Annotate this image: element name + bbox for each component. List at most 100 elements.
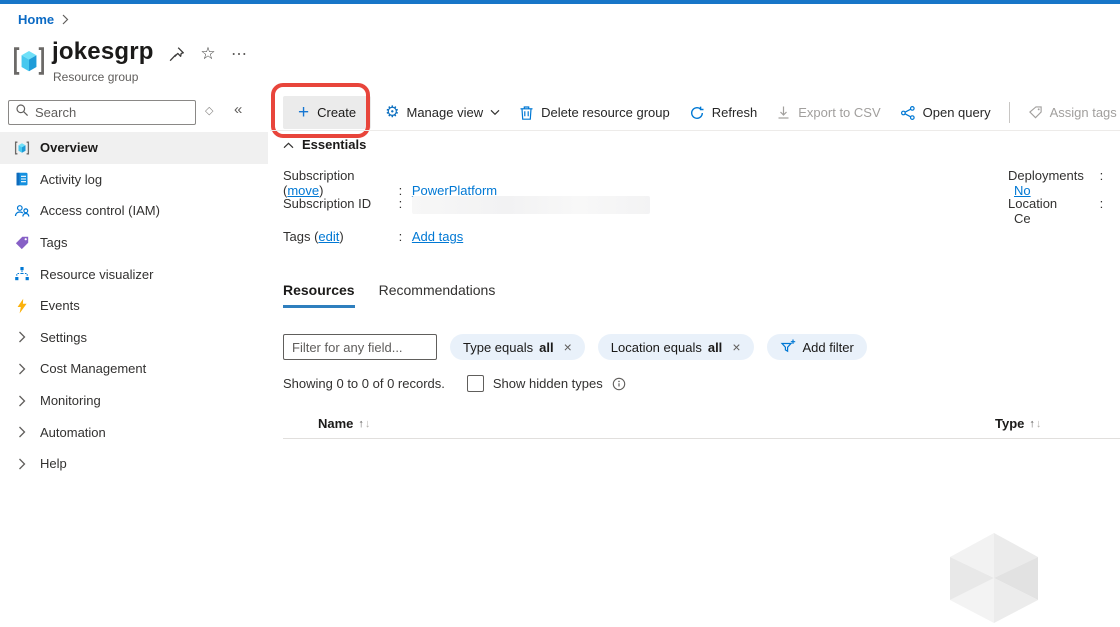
sidebar-item-events[interactable]: Events <box>0 290 268 322</box>
column-header-name[interactable]: Name ↑ ↓ <box>318 416 370 431</box>
essentials-subscription-row: Subscription (move) : PowerPlatform <box>283 168 498 198</box>
manage-view-button[interactable]: ⚙ Manage view <box>380 96 505 129</box>
records-summary: Showing 0 to 0 of 0 records. <box>283 376 445 391</box>
tags-label: Tags ( <box>283 229 319 244</box>
download-icon <box>776 105 791 120</box>
show-hidden-types-checkbox[interactable] <box>466 375 484 392</box>
subscription-id-label: Subscription ID <box>283 196 372 212</box>
empty-state-cube-watermark <box>950 533 1038 623</box>
close-icon[interactable]: × <box>564 339 572 355</box>
people-icon <box>14 203 30 219</box>
gear-icon: ⚙ <box>385 103 400 121</box>
essentials-tags-row: Tags (edit) : Add tags <box>283 229 464 244</box>
sidebar-item-label: Events <box>40 298 80 314</box>
tab-resources[interactable]: Resources <box>283 282 355 308</box>
resize-handle-icon[interactable]: ◇ <box>205 104 213 117</box>
filter-pill-text: Location equals <box>610 339 702 355</box>
manage-view-label: Manage view <box>406 105 484 120</box>
sidebar-item-overview[interactable]: Overview <box>0 132 268 164</box>
top-accent-bar <box>0 0 1120 4</box>
chevron-down-icon <box>490 109 500 116</box>
column-label: Type <box>995 416 1025 431</box>
activity-log-icon <box>14 171 30 187</box>
more-options-icon[interactable]: ⋯ <box>229 44 249 64</box>
filter-pill-text: Type equals <box>463 339 534 355</box>
create-button[interactable]: + Create <box>283 96 372 129</box>
sidebar-search-input[interactable] <box>35 105 175 120</box>
pin-icon[interactable] <box>166 44 186 64</box>
assign-tags-button[interactable]: Assign tags <box>1023 96 1120 129</box>
filter-pill-value: all <box>707 339 723 355</box>
sort-descending-icon: ↓ <box>364 417 371 430</box>
column-header-type[interactable]: Type ↑ ↓ <box>995 416 1041 431</box>
sidebar-item-automation[interactable]: Automation <box>0 416 268 448</box>
open-query-label: Open query <box>922 105 991 120</box>
sort-ascending-icon: ↑ <box>1029 417 1035 430</box>
azure-portal-page: Home jokesgrp Resource group ☆ ⋯ ◇ « <box>0 0 1120 627</box>
trash-icon <box>519 105 534 121</box>
add-filter-icon <box>780 338 797 357</box>
sidebar-search-box[interactable] <box>8 100 196 125</box>
sidebar-item-label: Automation <box>40 424 106 440</box>
sidebar-item-settings[interactable]: Settings <box>0 322 268 354</box>
query-branch-icon <box>900 105 916 121</box>
delete-label: Delete resource group <box>541 105 670 120</box>
breadcrumb: Home <box>18 12 69 27</box>
plus-icon: + <box>298 102 310 123</box>
filter-bar: Type equals all × Location equals all × … <box>283 334 867 360</box>
lightning-icon <box>14 298 30 314</box>
chevron-right-icon <box>14 393 30 409</box>
add-filter-label: Add filter <box>802 339 854 355</box>
add-filter-button[interactable]: Add filter <box>766 334 867 360</box>
breadcrumb-chevron-icon <box>62 14 69 25</box>
sidebar-menu: Overview Activity log Access control (IA… <box>0 132 268 480</box>
show-hidden-types-label: Show hidden types <box>492 376 603 391</box>
collapse-sidebar-icon[interactable]: « <box>234 101 242 118</box>
close-icon[interactable]: × <box>732 339 740 355</box>
chevron-up-icon <box>283 137 294 152</box>
filter-field-input[interactable] <box>283 334 437 360</box>
resource-group-icon <box>14 140 30 156</box>
search-icon <box>15 103 29 122</box>
open-query-button[interactable]: Open query <box>895 96 996 129</box>
sidebar-item-tags[interactable]: Tags <box>0 227 268 259</box>
table-header-divider <box>283 438 1120 439</box>
sort-descending-icon: ↓ <box>1035 417 1042 430</box>
info-icon[interactable] <box>612 377 626 391</box>
essentials-toggle[interactable]: Essentials <box>283 137 366 152</box>
sidebar-item-access-control[interactable]: Access control (IAM) <box>0 195 268 227</box>
favorite-star-icon[interactable]: ☆ <box>198 44 218 64</box>
sidebar-item-label: Monitoring <box>40 393 101 409</box>
chevron-right-icon <box>14 424 30 440</box>
sidebar-item-label: Help <box>40 456 67 472</box>
chevron-right-icon <box>14 456 30 472</box>
delete-resource-group-button[interactable]: Delete resource group <box>514 96 675 129</box>
export-to-csv-button[interactable]: Export to CSV <box>771 96 885 129</box>
sidebar-item-activity-log[interactable]: Activity log <box>0 164 268 196</box>
toolbar-divider-line <box>270 130 1120 131</box>
refresh-button[interactable]: Refresh <box>684 96 763 129</box>
sidebar-item-help[interactable]: Help <box>0 448 268 480</box>
sidebar-item-label: Cost Management <box>40 361 147 377</box>
refresh-label: Refresh <box>711 105 758 120</box>
sidebar-item-label: Activity log <box>40 171 103 187</box>
page-title: jokesgrp <box>52 38 154 65</box>
tag-outline-icon <box>1028 105 1043 120</box>
location-label: Location <box>1008 196 1058 211</box>
tab-recommendations[interactable]: Recommendations <box>379 282 496 308</box>
breadcrumb-home-link[interactable]: Home <box>18 12 54 27</box>
filter-pill-location[interactable]: Location equals all × <box>597 334 754 360</box>
records-summary-row: Showing 0 to 0 of 0 records. Show hidden… <box>283 375 626 392</box>
create-label: Create <box>317 105 357 120</box>
sidebar-item-label: Tags <box>40 235 68 251</box>
sort-ascending-icon: ↑ <box>358 417 364 430</box>
command-bar: + Create ⚙ Manage view Delete resource g… <box>271 83 1120 138</box>
sidebar-item-cost-management[interactable]: Cost Management <box>0 353 268 385</box>
sidebar-item-monitoring[interactable]: Monitoring <box>0 385 268 417</box>
add-tags-link[interactable]: Add tags <box>412 229 463 244</box>
tags-edit-link[interactable]: edit <box>318 229 339 244</box>
tag-icon <box>14 235 30 251</box>
essentials-location-row: Location : Ce <box>1008 196 1104 226</box>
sidebar-item-resource-visualizer[interactable]: Resource visualizer <box>0 258 268 290</box>
filter-pill-type[interactable]: Type equals all × <box>450 334 585 360</box>
